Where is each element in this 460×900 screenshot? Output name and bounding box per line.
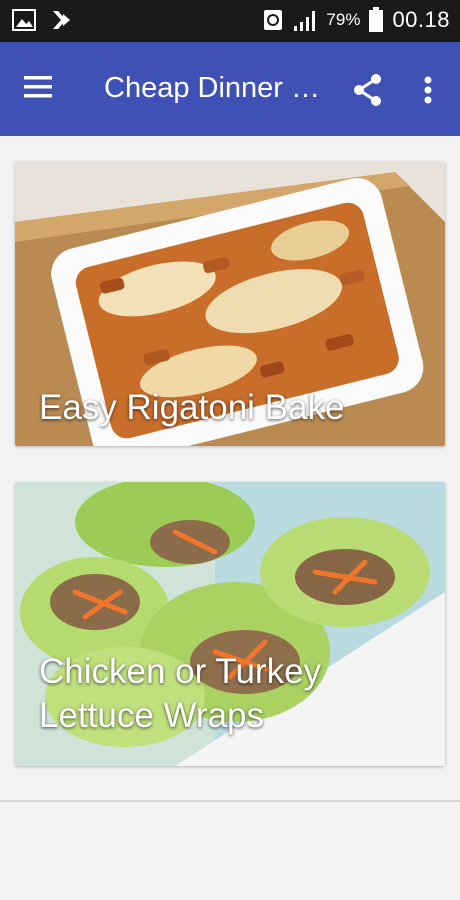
download-icon bbox=[53, 11, 70, 29]
clock: 00.18 bbox=[392, 7, 450, 32]
status-right: 79% 00.18 bbox=[262, 7, 450, 33]
image-icon bbox=[12, 9, 36, 31]
battery-icon bbox=[369, 7, 384, 32]
app-title: Cheap Dinner Recipes bbox=[104, 72, 334, 104]
menu-button[interactable] bbox=[22, 72, 62, 108]
list-end-divider bbox=[0, 800, 460, 802]
more-vert-icon bbox=[424, 76, 432, 104]
share-icon bbox=[354, 74, 381, 106]
recipe-card[interactable]: Chicken or Turkey Lettuce Wraps bbox=[15, 482, 445, 766]
sync-icon bbox=[264, 10, 283, 30]
recipe-card[interactable]: Easy Rigatoni Bake bbox=[15, 162, 445, 446]
status-bar: 79% 00.18 bbox=[0, 0, 460, 42]
menu-icon bbox=[24, 76, 52, 98]
share-button[interactable] bbox=[348, 70, 388, 110]
status-left bbox=[12, 9, 72, 31]
battery-percent: 79% bbox=[326, 10, 361, 29]
recipe-list: Easy Rigatoni Bake Chicken or Turkey Let… bbox=[0, 136, 460, 900]
recipe-title: Easy Rigatoni Bake bbox=[39, 388, 345, 427]
more-options-button[interactable] bbox=[414, 70, 442, 110]
recipe-title: Chicken or Turkey Lettuce Wraps bbox=[39, 652, 322, 735]
signal-icon bbox=[294, 11, 316, 31]
app-bar: Cheap Dinner Recipes bbox=[0, 42, 460, 136]
